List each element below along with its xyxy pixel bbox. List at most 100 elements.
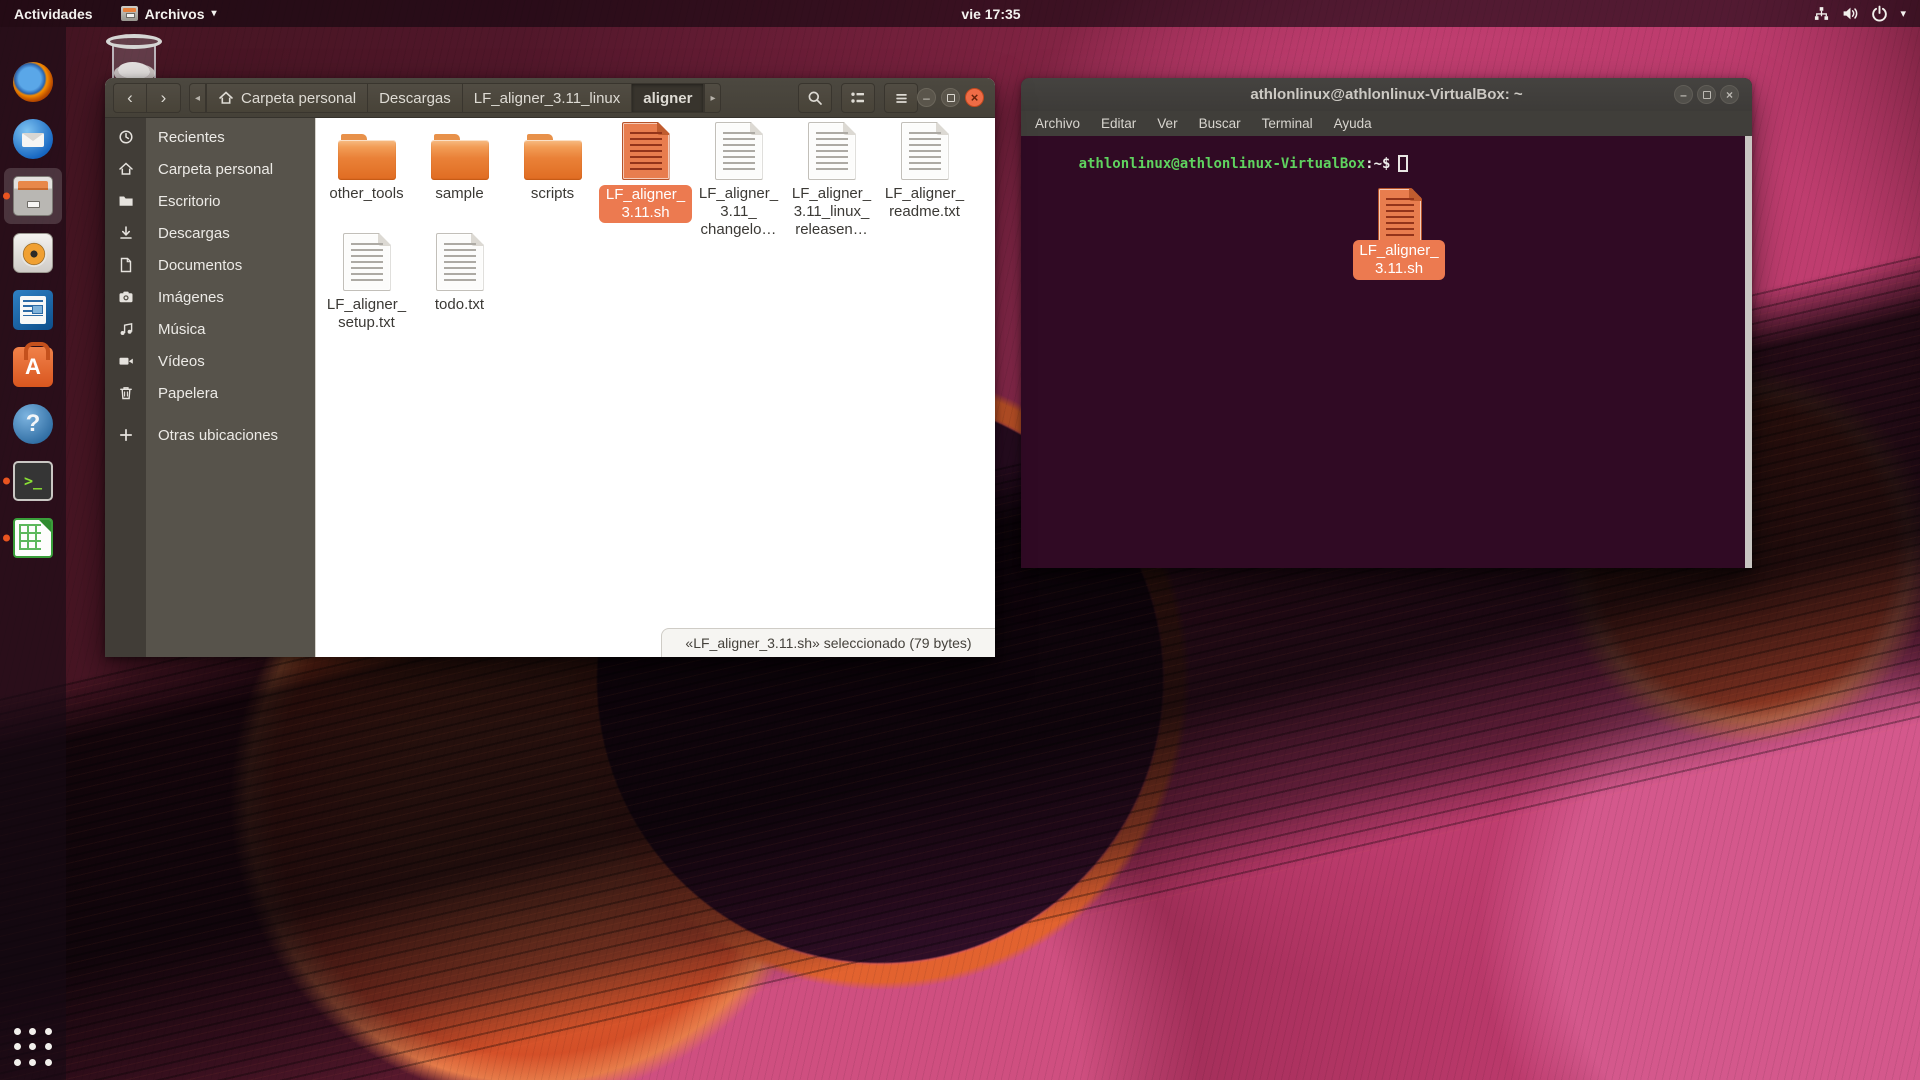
running-indicator [3, 193, 10, 200]
dock-item-thunderbird[interactable] [9, 115, 57, 163]
file-item-releasenotes[interactable]: LF_aligner_ 3.11_linux_ releasen… [785, 122, 878, 239]
files-window: ‹ › ◂ Carpeta personal Descargas LF_alig… [105, 78, 995, 657]
thunderbird-icon [13, 119, 53, 159]
menu-ver[interactable]: Ver [1157, 116, 1177, 131]
text-file-icon [808, 122, 856, 180]
sidebar-item-otras-ubicaciones[interactable]: Otras ubicaciones [105, 419, 315, 451]
minimize-button[interactable]: – [917, 88, 936, 107]
text-file-icon [901, 122, 949, 180]
maximize-button[interactable] [941, 88, 960, 107]
close-button[interactable]: × [1720, 85, 1739, 104]
sidebar-item-imagenes[interactable]: Imágenes [105, 281, 315, 313]
search-icon [807, 90, 823, 106]
clock[interactable]: vie 17:35 [961, 0, 1020, 27]
file-item-scripts[interactable]: scripts [506, 122, 599, 203]
activities-button[interactable]: Actividades [0, 0, 107, 27]
rhythmbox-icon [13, 233, 53, 273]
breadcrumb-aligner-current[interactable]: aligner [632, 83, 704, 113]
menu-archivo[interactable]: Archivo [1035, 116, 1080, 131]
sidebar-item-escritorio[interactable]: Escritorio [105, 185, 315, 217]
hamburger-menu-icon [894, 91, 909, 106]
file-item-setup[interactable]: LF_aligner_ setup.txt [320, 233, 413, 332]
running-indicator [3, 535, 10, 542]
forward-button[interactable]: › [147, 83, 181, 113]
sidebar-item-documentos[interactable]: Documentos [105, 249, 315, 281]
file-item-other-tools[interactable]: other_tools [320, 122, 413, 203]
file-item-todo[interactable]: todo.txt [413, 233, 506, 314]
terminal-scrollbar[interactable] [1745, 136, 1752, 568]
dock-item-files[interactable] [9, 172, 57, 220]
window-menu-button[interactable] [884, 83, 918, 113]
maximize-button[interactable] [1697, 85, 1716, 104]
shell-prompt: athlonlinux@athlonlinux-VirtualBox:~$ [1028, 139, 1408, 188]
menu-ayuda[interactable]: Ayuda [1334, 116, 1372, 131]
running-indicator [3, 478, 10, 485]
terminal-titlebar[interactable]: athlonlinux@athlonlinux-VirtualBox: ~ – … [1021, 78, 1752, 111]
dragged-file-icon[interactable] [1378, 188, 1422, 242]
dock-item-help[interactable]: ? [9, 400, 57, 448]
sidebar-item-musica[interactable]: Música [105, 313, 315, 345]
menu-terminal[interactable]: Terminal [1262, 116, 1313, 131]
volume-icon [1842, 5, 1859, 22]
plus-icon [105, 427, 146, 443]
breadcrumb-lf-aligner-folder[interactable]: LF_aligner_3.11_linux [463, 83, 633, 113]
dock-item-libreoffice-writer[interactable] [9, 286, 57, 334]
folder-icon [105, 193, 146, 209]
ubuntu-software-icon: A [13, 347, 53, 387]
dragged-file-label: LF_aligner_ 3.11.sh [1353, 240, 1445, 280]
status-bar: «LF_aligner_3.11.sh» seleccionado (79 by… [661, 628, 995, 657]
folder-icon [524, 134, 582, 180]
dock-item-rhythmbox[interactable] [9, 229, 57, 277]
camera-icon [105, 289, 146, 305]
libreoffice-calc-icon [13, 518, 53, 558]
app-menu-button[interactable]: Archivos ▾ [107, 0, 231, 27]
sidebar-item-videos[interactable]: Vídeos [105, 345, 315, 377]
search-button[interactable] [798, 83, 832, 113]
clock-icon [105, 129, 146, 145]
dock-item-ubuntu-software[interactable]: A [9, 343, 57, 391]
files-grid: other_tools sample scripts LF_aligner_ 3… [315, 118, 995, 657]
file-item-readme[interactable]: LF_aligner_ readme.txt [878, 122, 971, 221]
terminal-window: athlonlinux@athlonlinux-VirtualBox: ~ – … [1021, 78, 1752, 568]
menu-editar[interactable]: Editar [1101, 116, 1136, 131]
menu-buscar[interactable]: Buscar [1199, 116, 1241, 131]
text-file-icon [436, 233, 484, 291]
view-toggle-button[interactable] [841, 83, 875, 113]
close-button[interactable]: × [965, 88, 984, 107]
terminal-content[interactable]: athlonlinux@athlonlinux-VirtualBox:~$ LF… [1021, 136, 1752, 568]
dock-item-libreoffice-calc[interactable] [9, 514, 57, 562]
breadcrumb-home[interactable]: Carpeta personal [206, 83, 368, 113]
dock-item-terminal[interactable]: >_ [9, 457, 57, 505]
system-status-area[interactable]: ▾ [1805, 0, 1914, 27]
file-item-lf-aligner-sh-selected[interactable]: LF_aligner_ 3.11.sh [599, 122, 692, 223]
grid-view-icon [850, 90, 866, 106]
home-icon [105, 161, 146, 177]
path-scroll-right-button[interactable]: ▸ [704, 83, 721, 113]
app-menu-label: Archivos [145, 6, 205, 22]
file-item-changelog[interactable]: LF_aligner_ 3.11_ changelo… [692, 122, 785, 239]
path-scroll-left-button[interactable]: ◂ [189, 83, 206, 113]
dock: A ? >_ [0, 27, 66, 1080]
show-applications-button[interactable] [12, 1026, 54, 1068]
libreoffice-writer-icon [13, 290, 53, 330]
path-bar: ◂ Carpeta personal Descargas LF_aligner_… [189, 83, 721, 113]
firefox-icon [13, 62, 53, 102]
chevron-down-icon: ▾ [212, 8, 217, 19]
text-file-icon [715, 122, 763, 180]
terminal-menubar: Archivo Editar Ver Buscar Terminal Ayuda [1021, 111, 1752, 136]
back-button[interactable]: ‹ [113, 83, 147, 113]
chevron-down-icon: ▾ [1900, 7, 1906, 20]
power-icon [1871, 5, 1888, 22]
sidebar-item-papelera[interactable]: Papelera [105, 377, 315, 409]
sidebar-item-descargas[interactable]: Descargas [105, 217, 315, 249]
breadcrumb-descargas[interactable]: Descargas [368, 83, 463, 113]
minimize-button[interactable]: – [1674, 85, 1693, 104]
file-item-sample[interactable]: sample [413, 122, 506, 203]
dock-item-firefox[interactable] [9, 58, 57, 106]
terminal-cursor [1398, 155, 1408, 172]
shell-script-icon [622, 122, 670, 180]
sidebar-item-recientes[interactable]: Recientes [105, 121, 315, 153]
files-app-icon [121, 6, 138, 21]
trash-icon [105, 385, 146, 401]
sidebar-item-carpeta-personal[interactable]: Carpeta personal [105, 153, 315, 185]
